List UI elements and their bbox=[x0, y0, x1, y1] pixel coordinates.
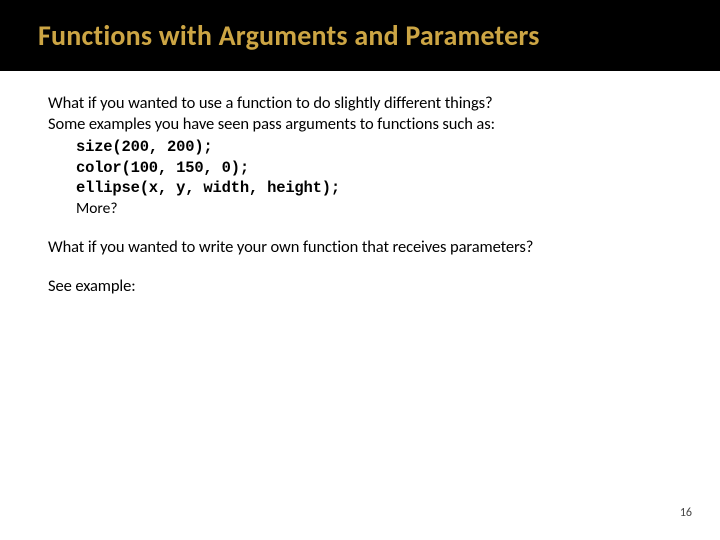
code-line-ellipse: ellipse(x, y, width, height); bbox=[76, 178, 672, 198]
code-line-size: size(200, 200); bbox=[76, 137, 672, 157]
slide-content: What if you wanted to use a function to … bbox=[0, 71, 720, 297]
code-line-color: color(100, 150, 0); bbox=[76, 158, 672, 178]
paragraph-question: What if you wanted to write your own fun… bbox=[48, 237, 672, 258]
intro-line-1: What if you wanted to use a function to … bbox=[48, 93, 672, 114]
code-more-label: More? bbox=[76, 199, 672, 219]
page-number: 16 bbox=[680, 506, 692, 520]
paragraph-see-example: See example: bbox=[48, 276, 672, 297]
slide-title: Functions with Arguments and Parameters bbox=[38, 18, 720, 53]
intro-line-2: Some examples you have seen pass argumen… bbox=[48, 114, 672, 135]
code-block: size(200, 200); color(100, 150, 0); elli… bbox=[48, 137, 672, 219]
title-bar: Functions with Arguments and Parameters bbox=[0, 0, 720, 71]
